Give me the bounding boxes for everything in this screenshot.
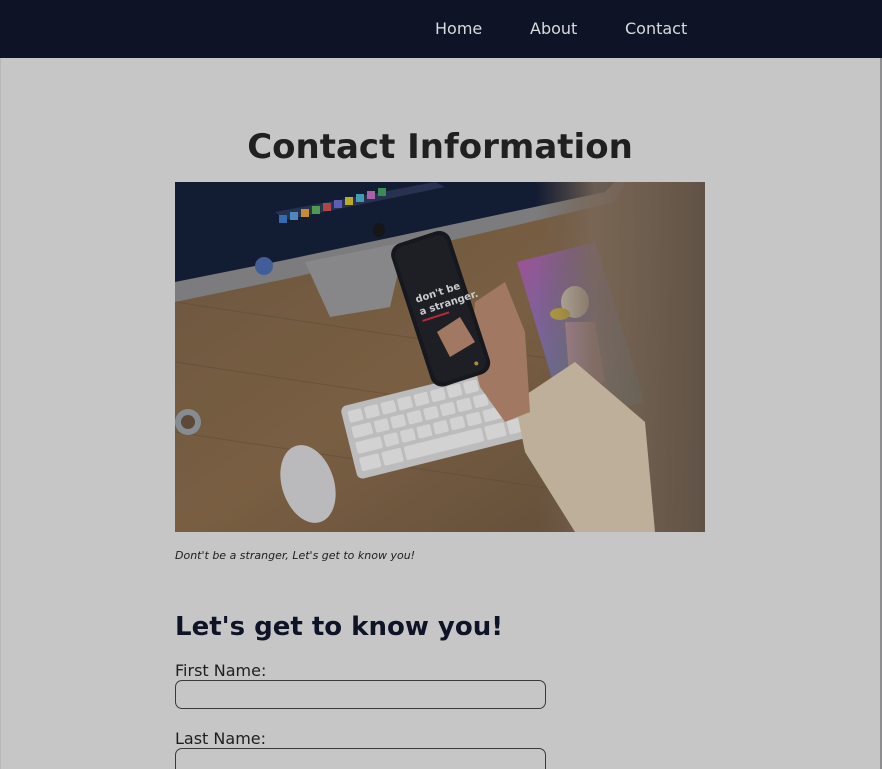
first-name-input[interactable] xyxy=(175,680,546,709)
last-name-label: Last Name: xyxy=(175,729,267,748)
image-caption: Dont't be a stranger, Let's get to know … xyxy=(175,549,416,562)
page-title: Contact Information xyxy=(247,127,633,167)
window-left-edge xyxy=(0,58,1,769)
nav-link-contact[interactable]: Contact xyxy=(625,19,687,39)
form-heading: Let's get to know you! xyxy=(175,612,504,642)
nav-link-about[interactable]: About xyxy=(530,19,577,39)
nav-link-home[interactable]: Home xyxy=(435,19,482,39)
desk-phone-photo: don't be a stranger. xyxy=(175,182,705,532)
last-name-input[interactable] xyxy=(175,748,546,769)
hero-photo: don't be a stranger. xyxy=(175,182,705,532)
page: Home About Contact Contact Information d… xyxy=(0,0,882,769)
first-name-label: First Name: xyxy=(175,661,267,680)
top-navbar: Home About Contact xyxy=(0,0,882,58)
